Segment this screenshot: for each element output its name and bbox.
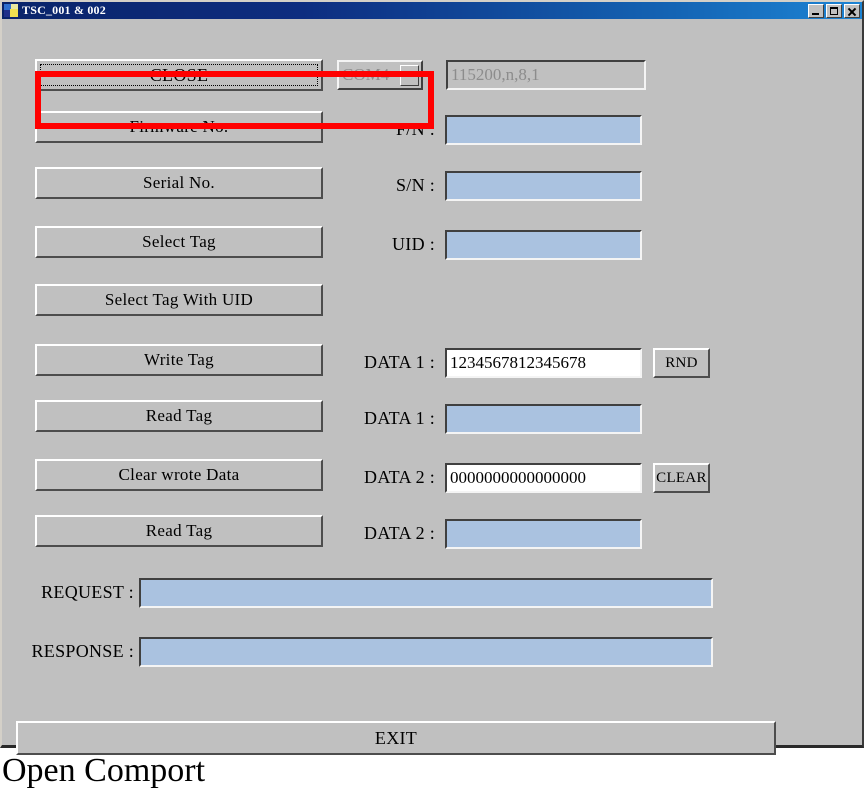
serial-no-button[interactable]: Serial No. (35, 167, 323, 199)
read-tag-2-button[interactable]: Read Tag (35, 515, 323, 547)
data1-read-label: DATA 1 : (364, 408, 435, 428)
row-read-tag-1: Read Tag (35, 399, 323, 433)
serial-settings-field: 115200,n,8,1 (446, 60, 646, 90)
data1-read-field (445, 404, 642, 434)
response-label: RESPONSE : (31, 641, 134, 661)
data2-write-label: DATA 2 : (364, 467, 435, 487)
maximize-icon (830, 6, 838, 15)
clear-wrote-data-button[interactable]: Clear wrote Data (35, 459, 323, 491)
app-icon (4, 4, 18, 17)
response-field (139, 637, 713, 667)
row-clear-wrote-data: Clear wrote Data (35, 458, 323, 492)
firmware-no-button[interactable]: Firmware No. (35, 111, 323, 143)
clear-data-button[interactable]: CLEAR (653, 463, 710, 493)
serial-label: S/N : (395, 175, 435, 195)
exit-button[interactable]: EXIT (16, 721, 776, 755)
connection-row: CLOSE COM4 115200,n,8,1 (35, 58, 646, 92)
firmware-value-field (445, 115, 642, 145)
request-field (139, 578, 713, 608)
close-window-button[interactable] (844, 3, 860, 18)
chevron-down-icon[interactable] (400, 64, 419, 86)
figure-caption: Open Comport (2, 752, 206, 789)
window-controls (808, 3, 861, 18)
com-port-select[interactable]: COM4 (337, 60, 423, 90)
com-port-value: COM4 (342, 65, 390, 84)
row-write-tag: Write Tag (35, 343, 323, 377)
row-select-tag-with-uid: Select Tag With UID (35, 283, 323, 317)
data2-read-field (445, 519, 642, 549)
data1-write-input[interactable]: 1234567812345678 (445, 348, 642, 378)
firmware-label: F/N : (395, 119, 435, 139)
serial-value-field (445, 171, 642, 201)
application-window: TSC_001 & 002 CLOSE COM4 115200,n,8,1 Fi… (0, 0, 864, 755)
random-data-button[interactable]: RND (653, 348, 710, 378)
close-comport-button[interactable]: CLOSE (35, 59, 323, 91)
minimize-icon (812, 12, 819, 15)
row-serial: Serial No. (35, 166, 323, 200)
data1-write-label: DATA 1 : (364, 352, 435, 372)
uid-value-field (445, 230, 642, 260)
write-tag-button[interactable]: Write Tag (35, 344, 323, 376)
data2-read-label: DATA 2 : (364, 523, 435, 543)
row-read-tag-2: Read Tag (35, 514, 323, 548)
request-label: REQUEST : (41, 582, 134, 602)
select-tag-with-uid-button[interactable]: Select Tag With UID (35, 284, 323, 316)
read-tag-1-button[interactable]: Read Tag (35, 400, 323, 432)
uid-label: UID : (392, 234, 435, 254)
row-select-tag: Select Tag (35, 225, 323, 259)
maximize-button[interactable] (826, 3, 842, 18)
client-area: CLOSE COM4 115200,n,8,1 Firmware No. F/N… (2, 19, 862, 755)
title-bar[interactable]: TSC_001 & 002 (2, 2, 862, 19)
minimize-button[interactable] (808, 3, 824, 18)
row-firmware: Firmware No. (35, 110, 323, 144)
data2-write-input[interactable]: 0000000000000000 (445, 463, 642, 493)
select-tag-button[interactable]: Select Tag (35, 226, 323, 258)
window-title: TSC_001 & 002 (22, 3, 106, 17)
